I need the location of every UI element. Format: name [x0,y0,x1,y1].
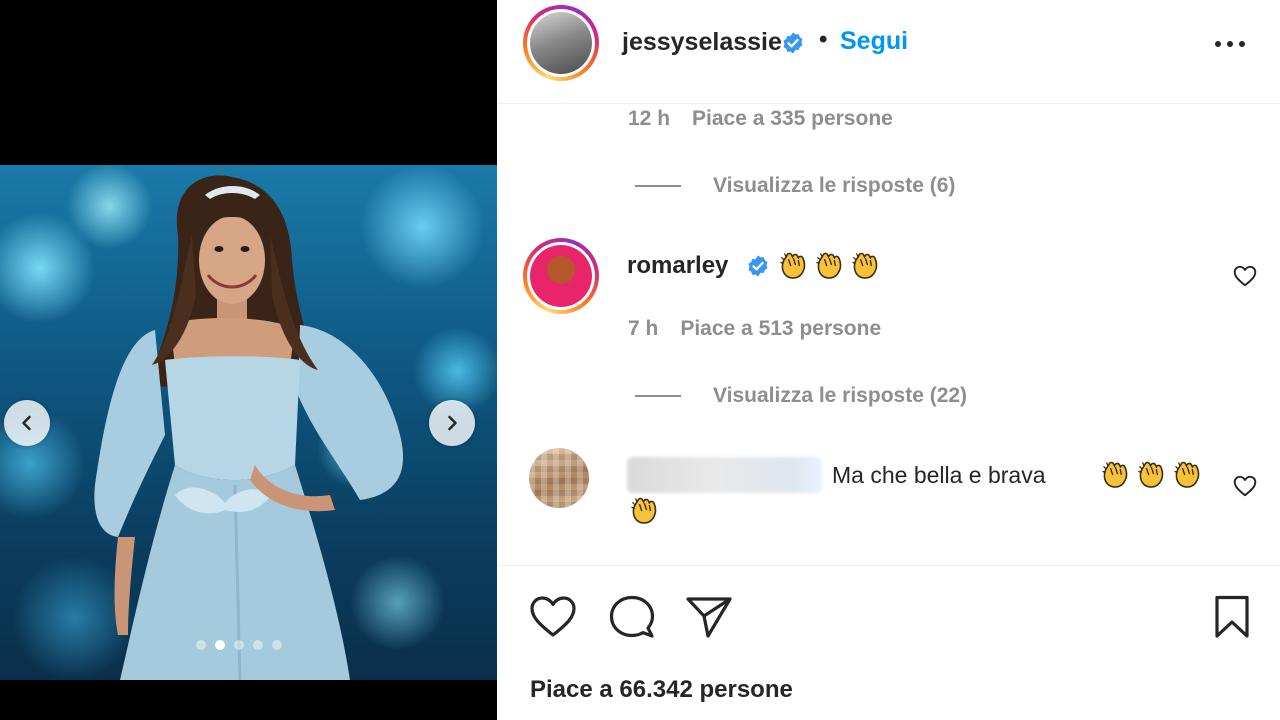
follow-button[interactable]: Segui [840,27,908,56]
comment-emoji [1100,459,1203,490]
clapping-hands-icon [850,250,881,281]
verified-badge-icon [746,254,770,278]
view-replies-label: Visualizza le risposte (22) [713,384,968,407]
verified-badge-icon [781,31,805,55]
replies-divider [635,185,681,187]
commenter-avatar[interactable] [523,238,599,314]
post-like-count[interactable]: Piace a 66.342 persone [530,676,793,704]
clapping-hands-icon [1136,459,1167,490]
woman-in-blue-gown-image [94,175,404,680]
more-horizontal-icon [1215,41,1245,47]
view-replies-label: Visualizza le risposte (6) [713,174,956,197]
comment-text [778,250,881,281]
post-header: jessyselassie • Segui [497,0,1280,104]
author-username[interactable]: jessyselassie [622,28,782,57]
save-button[interactable] [1207,594,1257,640]
post-media [0,0,497,720]
comment-button[interactable] [607,594,657,640]
comment-time[interactable]: 12 h [628,107,670,130]
comment-text: Ma che bella e brava [832,462,1046,488]
bookmark-icon [1215,595,1249,638]
author-avatar[interactable] [523,5,599,81]
comment-time[interactable]: 7 h [628,317,658,340]
post-action-bar: Piace a 66.342 persone [497,565,1280,720]
carousel-previous-button[interactable] [4,400,50,446]
view-replies-button[interactable]: Visualizza le risposte (6) [635,174,955,198]
comment-like-button[interactable] [1232,473,1258,499]
clapping-hands-icon [1100,459,1131,490]
carousel-dot [196,640,206,650]
carousel-dot-active [215,640,225,650]
commenter-username-blurred [627,457,822,493]
comment-meta: 7 h Piace a 513 persone [628,317,881,341]
comment-emoji [629,495,660,526]
clapping-hands-icon [629,495,660,526]
heart-outline-icon [1233,265,1257,287]
author-avatar-image [530,12,592,74]
comment-meta: 12 h Piace a 335 persone [628,107,893,131]
replies-divider [635,395,681,397]
share-button[interactable] [684,594,734,640]
comment-icon [609,595,655,638]
clapping-hands-icon [778,250,809,281]
chevron-left-icon [22,415,31,431]
commenter-avatar-image [530,245,592,307]
like-button[interactable] [528,594,578,640]
carousel-dot [272,640,282,650]
post-photo [0,165,497,680]
comment-likes[interactable]: Piace a 513 persone [680,317,881,340]
more-options-button[interactable] [1210,30,1250,58]
post-side-panel: jessyselassie • Segui 12 h Piace a 335 pe… [497,0,1280,720]
commenter-username[interactable]: romarley [627,252,728,280]
chevron-right-icon [448,415,457,431]
commenter-avatar-blurred[interactable] [529,448,589,508]
carousel-dot [253,640,263,650]
clapping-hands-icon [1172,459,1203,490]
carousel-indicator [196,640,282,650]
carousel-dot [234,640,244,650]
clapping-hands-icon [814,250,845,281]
carousel-next-button[interactable] [429,400,475,446]
heart-icon [530,596,576,637]
separator-dot: • [819,26,828,53]
heart-outline-icon [1233,475,1257,497]
view-replies-button[interactable]: Visualizza le risposte (22) [635,384,967,408]
send-icon [686,597,732,638]
comment-likes[interactable]: Piace a 335 persone [692,107,893,130]
comment-like-button[interactable] [1232,263,1258,289]
